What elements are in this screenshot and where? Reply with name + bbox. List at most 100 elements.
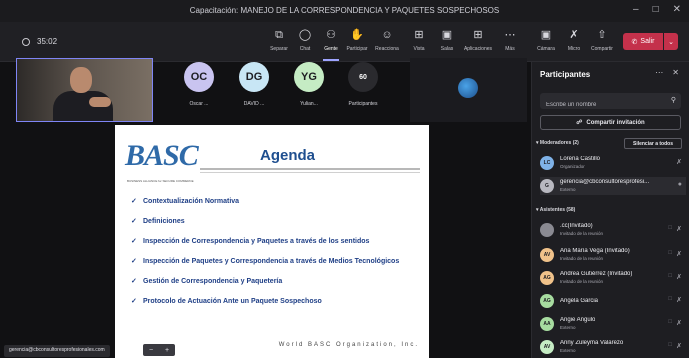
avatar: LC	[540, 156, 554, 170]
participant-row[interactable]: G gerencia@cbconsultoresprofesi... Exter…	[540, 177, 686, 195]
more-button[interactable]: ⋯ Más	[494, 28, 526, 52]
mic-off-icon: ✗	[676, 320, 682, 327]
participant-count: 60	[348, 62, 378, 92]
mic-off-icon: ✗	[676, 226, 682, 233]
zoom-in-button[interactable]: +	[165, 347, 169, 354]
slide-title: Agenda	[260, 147, 316, 164]
basc-logo: BASC	[125, 139, 199, 172]
maximize-icon[interactable]: □	[653, 4, 659, 15]
participant-role: Organizador	[560, 164, 585, 169]
chevron-down-icon: ⌄	[668, 38, 674, 46]
panel-controls: ⋯ ✕	[655, 68, 679, 77]
camera-off-icon: □	[668, 273, 672, 279]
participant-row[interactable]: AA Angie Angulo Externo □ ✗	[540, 315, 686, 333]
avatar: DG	[239, 62, 269, 92]
participant-name: Yulian...	[300, 101, 318, 107]
zoom-controls: − +	[143, 344, 175, 356]
participant-name: Ana María Vega (Invitado)	[560, 248, 630, 254]
meeting-toolbar: 35:02 ⧉ Separar ◯ Chat ⚇ Gente ✋ Partici…	[0, 22, 689, 62]
avatar: AG	[540, 294, 554, 308]
apps-button[interactable]: ⊞ Aplicaciones	[462, 28, 494, 52]
title-bar: Capacitación: MANEJO DE LA CORRESPONDENC…	[0, 0, 689, 22]
meeting-timer: 35:02	[22, 37, 57, 46]
participant-name: Andrea Gutiérrez (Invitado)	[560, 271, 633, 277]
phone-icon: ✆	[631, 38, 638, 46]
participant-row[interactable]: .cc(Invitado) Invitado de la reunión □ ✗	[540, 221, 686, 239]
leave-button[interactable]: ✆ Salir	[623, 33, 663, 50]
moderators-section-header[interactable]: ▾ Moderadores (2)	[536, 140, 579, 146]
close-icon[interactable]: ✕	[673, 4, 681, 15]
participant-row[interactable]: AV Ana María Vega (Invitado) Invitado de…	[540, 246, 686, 264]
rooms-icon: ▣	[441, 29, 453, 41]
raise-hand-icon: ✋	[350, 29, 364, 41]
participant-row[interactable]: AG Angela Garcia □ ✗	[540, 292, 686, 310]
leave-dropdown-button[interactable]: ⌄	[664, 33, 678, 50]
participant-search: ⚲	[540, 93, 681, 113]
avatar: G	[540, 179, 554, 193]
mic-off-icon: ✗	[676, 297, 682, 304]
chevron-down-icon: ▾	[536, 207, 539, 213]
agenda-item: Protocolo de Actuación Ante un Paquete S…	[131, 297, 421, 306]
panel-title: Participantes	[540, 70, 591, 79]
avatar: AV	[540, 248, 554, 262]
active-speaker-video[interactable]	[16, 58, 153, 122]
video-person-hand	[89, 97, 111, 107]
camera-off-icon: □	[668, 225, 672, 231]
raise-hand-button[interactable]: ✋ Participar	[341, 28, 373, 52]
mic-off-icon: ✗	[676, 343, 682, 350]
shared-content-tile[interactable]	[410, 58, 527, 122]
participant-name: DAVID ...	[243, 101, 265, 107]
basc-logo-subtitle: BUSINESS ALLIANCE for SECURE COMMERCE	[127, 179, 194, 183]
minimize-icon[interactable]: –	[633, 4, 639, 15]
search-input[interactable]	[540, 97, 660, 113]
participant-role: Externo	[560, 348, 576, 353]
participant-name: Angela Garcia	[560, 298, 599, 304]
participant-tile[interactable]: OC Oscar ...	[174, 62, 224, 107]
zoom-out-button[interactable]: −	[149, 347, 153, 354]
window-title: Capacitación: MANEJO DE LA CORRESPONDENC…	[189, 6, 500, 15]
attendees-section-header[interactable]: ▾ Asistentes (58)	[536, 207, 575, 213]
participant-role: Invitado de la reunión	[560, 231, 604, 236]
participant-role: Invitado de la reunión	[560, 256, 604, 261]
search-icon[interactable]: ⚲	[671, 96, 676, 104]
share-invite-button[interactable]: ☍ Compartir invitación	[540, 115, 681, 130]
share-icon: ⇧	[597, 29, 607, 41]
participant-name: gerencia@cbconsultoresprofesi...	[560, 179, 650, 185]
participant-row[interactable]: AG Andrea Gutiérrez (Invitado) Invitado …	[540, 269, 686, 287]
avatar: YG	[294, 62, 324, 92]
avatar: AA	[540, 317, 554, 331]
mute-all-button[interactable]: Silenciar a todos	[624, 138, 682, 149]
participant-role: Invitado de la reunión	[560, 279, 604, 284]
mic-on-icon: ●	[677, 181, 682, 188]
participant-tile[interactable]: DG DAVID ...	[229, 62, 279, 107]
more-options-icon[interactable]: ⋯	[655, 68, 663, 77]
participant-role: Externo	[560, 187, 576, 192]
participant-role: Externo	[560, 325, 576, 330]
title-rule	[200, 168, 420, 170]
close-panel-icon[interactable]: ✕	[672, 68, 679, 77]
agenda-item: Inspección de Correspondencia y Paquetes…	[131, 237, 421, 246]
avatar	[540, 223, 554, 237]
agenda-item: Gestión de Correspondencia y Paquetería	[131, 277, 421, 286]
rooms-button[interactable]: ▣ Salas	[431, 28, 463, 52]
globe-logo-icon	[458, 78, 478, 98]
participant-row[interactable]: LC Lorena Castillo Organizador ✗	[540, 154, 686, 172]
mic-off-icon: ✗	[676, 251, 682, 258]
share-button[interactable]: ⇧ Compartir	[586, 28, 618, 52]
agenda-item: Definiciones	[131, 217, 421, 226]
participant-count-tile[interactable]: 60 Participantes	[338, 62, 388, 107]
shared-slide: BASC BUSINESS ALLIANCE for SECURE COMMER…	[115, 125, 429, 358]
reaction-icon: ☺	[381, 29, 393, 41]
avatar: AV	[540, 340, 554, 354]
agenda-item: Inspección de Paquetes y Correspondencia…	[131, 257, 421, 266]
apps-icon: ⊞	[473, 29, 483, 41]
participant-tile[interactable]: YG Yulian...	[284, 62, 334, 107]
participant-count-label: Participantes	[348, 101, 378, 107]
more-icon: ⋯	[504, 29, 516, 41]
reaction-button[interactable]: ☺ Reacciona	[371, 28, 403, 52]
avatar: AG	[540, 271, 554, 285]
agenda-list: Contextualización Normativa Definiciones…	[131, 197, 421, 317]
participant-row[interactable]: AV Anny Zuleyma Valarezo Externo □ ✗	[540, 338, 686, 356]
presenter-label: gerencia@cbconsultoresprofesionales.com	[4, 345, 110, 357]
shield-icon	[22, 37, 30, 46]
